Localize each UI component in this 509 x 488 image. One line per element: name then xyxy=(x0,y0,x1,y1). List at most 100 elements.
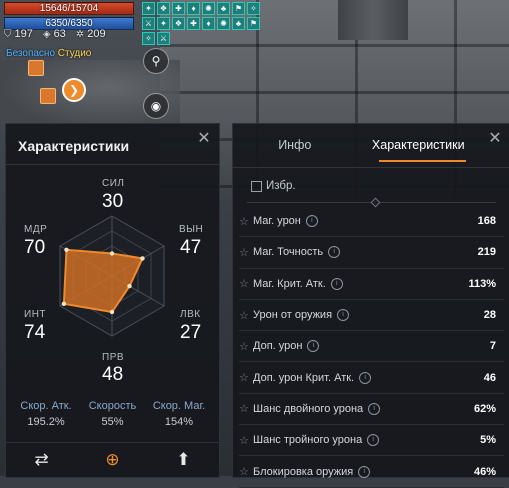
stat-value: 46 xyxy=(483,371,496,384)
speed-value: 195.2% xyxy=(27,416,65,428)
stat-value-str: 30 xyxy=(102,191,124,212)
buff-icon[interactable]: ✦ xyxy=(142,2,155,15)
stat-value: 113% xyxy=(468,277,496,290)
hud-stat-value: 197 xyxy=(14,28,33,40)
swap-icon[interactable]: ⇄ xyxy=(6,443,77,477)
star-icon[interactable]: ☆ xyxy=(239,371,253,384)
attribute-radar: СИЛ 30 ВЫН 47 ЛВК 27 ПРВ 48 ИНТ 74 МДР 7… xyxy=(6,169,219,385)
info-icon[interactable]: i xyxy=(359,371,372,384)
target-button[interactable]: ◉ xyxy=(143,93,169,119)
star-icon[interactable]: ☆ xyxy=(239,277,253,290)
info-icon[interactable]: i xyxy=(307,340,320,353)
stat-label-dex: ЛВК xyxy=(180,309,201,320)
star-icon[interactable]: ☆ xyxy=(239,309,253,322)
attributes-panel: Характеристики ✕ СИЛ 30 ВЫН 47 ЛВК 27 ПР… xyxy=(5,123,220,478)
buff-icon[interactable]: ♦ xyxy=(187,2,200,15)
attack-speed: Скор. Атк. 195.2% xyxy=(14,400,78,428)
stat-name-wrap: Маг. Точность i xyxy=(253,246,478,259)
divider xyxy=(247,197,496,208)
star-icon[interactable]: ☆ xyxy=(239,215,253,228)
buff-icon[interactable]: ♦ xyxy=(202,17,215,30)
info-icon[interactable]: i xyxy=(367,434,380,447)
stat-name: Маг. Точность xyxy=(253,246,324,259)
speed-label: Скор. Атк. xyxy=(20,400,72,412)
player-marker[interactable]: ❯ xyxy=(62,78,86,102)
buff-icon[interactable]: ❖ xyxy=(157,2,170,15)
info-icon[interactable]: i xyxy=(368,402,381,415)
buff-icon[interactable]: ✚ xyxy=(172,2,185,15)
star-icon[interactable]: ☆ xyxy=(239,402,253,415)
map-marker[interactable] xyxy=(28,60,44,76)
stat-row[interactable]: ☆ Урон от оружия i 28 xyxy=(239,300,504,332)
gear-icon: ✲ xyxy=(75,28,85,40)
star-icon[interactable]: ☆ xyxy=(239,465,253,478)
star-icon[interactable]: ☆ xyxy=(239,246,253,259)
tab-info[interactable]: Инфо xyxy=(233,124,357,166)
stat-row[interactable]: ☆ Маг. Точность i 219 xyxy=(239,237,504,269)
stat-row[interactable]: ☆ Доп. урон i 7 xyxy=(239,331,504,363)
speed-label: Скорость xyxy=(88,400,137,412)
stat-value: 219 xyxy=(477,246,496,259)
stat-row[interactable]: ☆ Шанс двойного урона i 62% xyxy=(239,394,504,426)
close-icon[interactable]: ✕ xyxy=(197,131,211,147)
info-icon[interactable]: i xyxy=(305,215,318,228)
buff-icon[interactable]: ❖ xyxy=(172,17,185,30)
buff-icon[interactable]: ✦ xyxy=(157,17,170,30)
stat-row[interactable]: ☆ Маг. урон i 168 xyxy=(239,206,504,238)
speed-stats: Скор. Атк. 195.2% Скорость 55% Скор. Маг… xyxy=(6,400,219,428)
stat-name: Доп. урон xyxy=(253,340,303,353)
zoom-in-icon[interactable]: ⊕ xyxy=(77,443,148,477)
stat-row[interactable]: ☆ Блокировка оружия i 46% xyxy=(239,456,504,488)
buff-icon[interactable]: ✚ xyxy=(187,17,200,30)
zone-label: Безопасно Студио xyxy=(6,48,91,59)
favorites-filter[interactable]: Избр. xyxy=(251,180,296,192)
stat-row[interactable]: ☆ Маг. Крит. Атк. i 113% xyxy=(239,269,504,300)
stat-name-wrap: Урон от оружия i xyxy=(253,309,484,322)
info-icon[interactable]: i xyxy=(328,246,341,259)
buff-icon[interactable]: ⚔ xyxy=(142,17,155,30)
hud-stat-shield: ⛉ 197 xyxy=(4,28,33,40)
buff-icon[interactable]: ⚔ xyxy=(157,32,170,45)
zone-label-highlight: Студио xyxy=(57,48,92,59)
radar-point xyxy=(140,256,145,261)
star-icon[interactable]: ☆ xyxy=(239,340,253,353)
favorites-label: Избр. xyxy=(266,180,296,192)
tab-characteristics[interactable]: Характеристики xyxy=(357,124,481,166)
cast-speed: Скор. Маг. 154% xyxy=(147,400,211,428)
stat-value-int: 74 xyxy=(24,322,46,343)
stat-name-wrap: Маг. урон i xyxy=(253,215,478,228)
arrow-up-icon[interactable]: ⬆ xyxy=(148,443,219,477)
info-icon[interactable]: i xyxy=(337,309,350,322)
buff-icon[interactable]: ✧ xyxy=(142,32,155,45)
stats-panel: Инфо Характеристики ✕ Избр. ☆ Маг. урон i 1… xyxy=(232,123,509,488)
stat-label-vit: ВЫН xyxy=(179,224,204,235)
info-icon[interactable]: i xyxy=(330,277,343,290)
buff-icon[interactable]: ♣ xyxy=(217,2,230,15)
speed-value: 55% xyxy=(101,416,124,428)
stat-row[interactable]: ☆ Доп. урон Крит. Атк. i 46 xyxy=(239,362,504,394)
stat-name: Шанс двойного урона xyxy=(253,402,364,415)
buff-icon[interactable]: ✧ xyxy=(247,2,260,15)
radar-point xyxy=(109,251,115,256)
hud-stat-value: 209 xyxy=(87,28,106,40)
stats-list: ☆ Маг. урон i 168 ☆ Маг. Точность i 219 ☆ Маг. Кр… xyxy=(239,206,504,488)
map-marker[interactable] xyxy=(40,88,56,104)
star-icon[interactable]: ☆ xyxy=(239,434,253,447)
buff-icon[interactable]: ⚑ xyxy=(232,2,245,15)
zone-label-text: Безопасно xyxy=(6,48,55,59)
hp-value: 15646/15704 xyxy=(39,3,99,14)
buff-icon[interactable]: ⚑ xyxy=(247,17,260,30)
stat-label-int: ИНТ xyxy=(24,309,47,320)
close-icon[interactable]: ✕ xyxy=(488,131,502,147)
stat-row[interactable]: ☆ Шанс тройного урона i 5% xyxy=(239,425,504,457)
radar-point xyxy=(61,301,67,306)
buff-icon[interactable]: ♣ xyxy=(232,17,245,30)
buff-icon[interactable]: ✺ xyxy=(217,17,230,30)
buff-icon[interactable]: ✺ xyxy=(202,2,215,15)
stat-value-dex: 27 xyxy=(180,322,202,343)
stat-name: Маг. урон xyxy=(253,215,301,228)
location-pin-button[interactable]: ⚲ xyxy=(143,48,169,74)
stat-value: 28 xyxy=(483,309,496,322)
divider xyxy=(233,167,509,168)
favorites-checkbox[interactable] xyxy=(251,180,262,192)
